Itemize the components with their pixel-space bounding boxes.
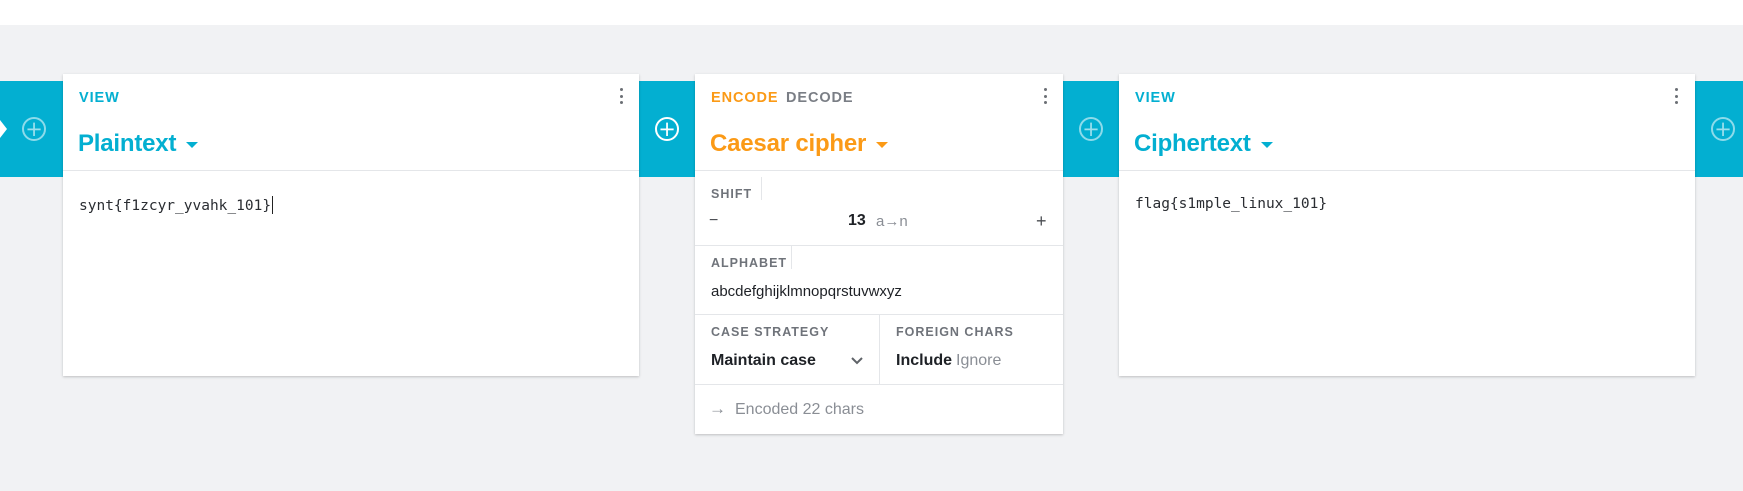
chevron-down-icon [876,142,889,148]
foreign-chars-include-option[interactable]: Include [896,352,952,370]
divider [791,246,792,269]
tab-decode[interactable]: DECODE [786,90,853,106]
add-operation-icon[interactable]: + [1711,117,1735,141]
chevron-down-icon [186,142,199,148]
plaintext-card [63,74,639,376]
plaintext-value: synt{f1zcyr_yvahk_101} [79,198,272,214]
ciphertext-format-select[interactable]: Ciphertext [1134,130,1273,158]
alphabet-label: ALPHABET [711,256,788,270]
status-arrow-icon: → [709,399,726,418]
shift-mapping: a→n [876,213,908,230]
connector-right: + [1695,81,1743,177]
plaintext-format-select[interactable]: Plaintext [78,130,199,158]
top-bar [0,0,1743,25]
status-text: Encoded 22 chars [735,401,864,418]
divider [879,315,880,384]
more-vertical-icon[interactable] [619,88,623,104]
add-operation-icon[interactable]: + [1079,117,1103,141]
connector-middle-1: + [639,81,695,177]
ciphertext-card [1119,74,1695,376]
add-operation-icon[interactable]: + [22,117,46,141]
plaintext-input[interactable]: synt{f1zcyr_yvahk_101} [79,196,274,214]
foreign-chars-ignore-option[interactable]: Ignore [956,352,1001,370]
ciphertext-title: Ciphertext [1134,130,1251,157]
tab-encode[interactable]: ENCODE [711,90,778,106]
case-strategy-label: CASE STRATEGY [711,325,830,339]
case-strategy-select[interactable]: Maintain case [711,352,816,370]
more-vertical-icon[interactable] [1043,88,1047,104]
pipeline-chevron-icon [0,120,7,138]
tab-view[interactable]: VIEW [1135,90,1176,106]
shift-decrement-button[interactable]: − [709,212,718,230]
cipher-select[interactable]: Caesar cipher [710,130,889,158]
divider [695,384,1063,385]
shift-label: SHIFT [711,187,753,201]
ciphertext-output[interactable]: flag{s1mple_linux_101} [1135,196,1327,212]
alphabet-input[interactable]: abcdefghijklmnopqrstuvwxyz [711,283,902,300]
shift-value[interactable]: 13 [848,212,866,230]
plaintext-title: Plaintext [78,130,177,157]
divider [761,177,762,200]
divider [695,245,1063,246]
chevron-down-icon [1260,142,1273,148]
add-operation-icon[interactable]: + [655,117,679,141]
more-vertical-icon[interactable] [1674,88,1678,104]
shift-increment-button[interactable]: + [1036,211,1047,232]
cipher-title: Caesar cipher [710,130,867,157]
text-cursor [272,196,274,214]
chevron-down-icon[interactable] [850,356,864,366]
connector-left: + [0,81,63,177]
foreign-chars-label: FOREIGN CHARS [896,325,1014,339]
tab-view[interactable]: VIEW [79,90,120,106]
connector-middle-2: + [1063,81,1119,177]
